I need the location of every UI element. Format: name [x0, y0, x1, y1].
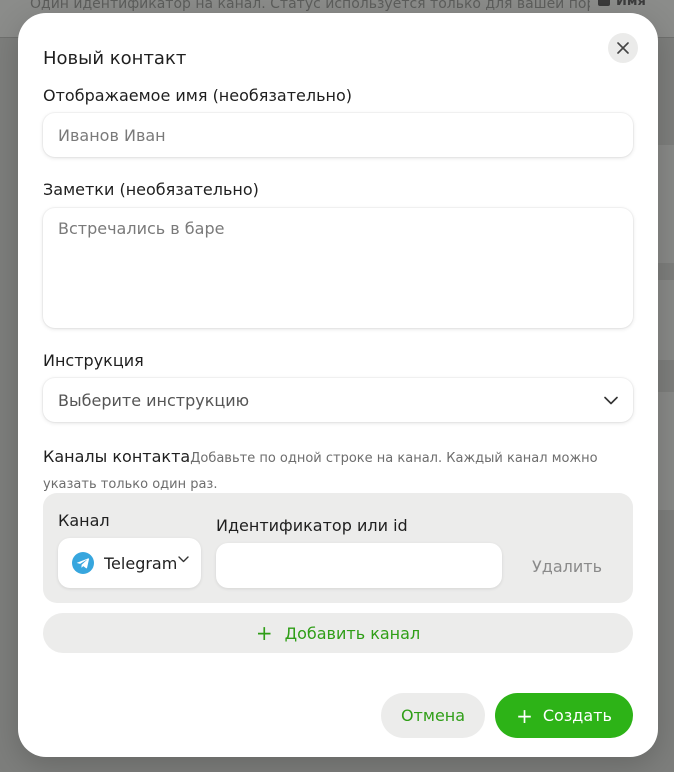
channels-title: Каналы контакта: [43, 447, 191, 466]
display-name-label: Отображаемое имя (необязательно): [43, 86, 353, 105]
chevron-down-icon: [604, 396, 618, 404]
plus-icon: +: [255, 621, 273, 645]
notes-textarea[interactable]: [58, 219, 618, 317]
display-name-field[interactable]: [43, 113, 633, 157]
create-button[interactable]: + Создать: [495, 693, 633, 738]
telegram-icon: [72, 552, 94, 574]
add-channel-label: Добавить канал: [284, 623, 421, 643]
background-panel: [658, 280, 674, 360]
background-hint-text: Один идентификатор на канал. Статус испо…: [30, 0, 590, 12]
new-contact-dialog: Новый контакт Отображаемое имя (необязат…: [18, 13, 658, 757]
identifier-column-label: Идентификатор или id: [216, 516, 408, 535]
background-chip: Имя: [598, 0, 674, 14]
delete-channel-button[interactable]: Удалить: [532, 557, 602, 576]
cancel-button[interactable]: Отмена: [381, 693, 485, 738]
channel-select[interactable]: Telegram: [58, 538, 201, 588]
notes-label: Заметки (необязательно): [43, 180, 259, 199]
background-panel: [658, 145, 674, 263]
background-panel: [658, 392, 674, 510]
notes-field[interactable]: [43, 208, 633, 328]
close-button[interactable]: [608, 33, 638, 63]
identifier-field[interactable]: [216, 543, 502, 588]
identifier-input[interactable]: [230, 556, 488, 575]
excel-icon: [598, 0, 610, 6]
background-chip-label: Имя: [616, 0, 646, 9]
channels-heading: Каналы контактаДобавьте по одной строке …: [43, 445, 623, 497]
plus-icon: +: [516, 703, 533, 728]
instruction-select[interactable]: Выберите инструкцию: [43, 378, 633, 422]
instruction-label: Инструкция: [43, 351, 144, 370]
dialog-title: Новый контакт: [43, 48, 187, 69]
instruction-selected-value: Выберите инструкцию: [58, 390, 250, 410]
close-icon: [617, 42, 629, 54]
channel-select-value: Telegram: [104, 553, 178, 573]
channel-row: Канал Идентификатор или id Telegram Удал…: [43, 493, 633, 603]
chevron-down-icon: [178, 556, 189, 563]
channel-column-label: Канал: [58, 511, 110, 530]
add-channel-button[interactable]: + Добавить канал: [43, 613, 633, 653]
display-name-input[interactable]: [58, 125, 618, 145]
create-button-label: Создать: [542, 706, 612, 725]
